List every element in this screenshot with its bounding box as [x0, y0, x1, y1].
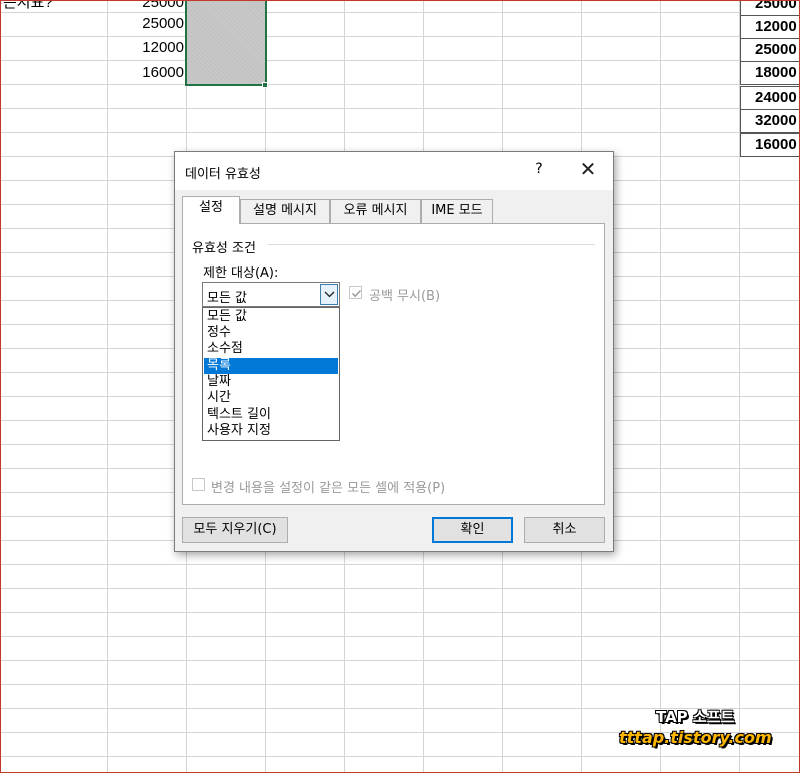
tab-input-message[interactable]: 설명 메시지: [240, 199, 330, 223]
checkmark-icon: [351, 289, 362, 298]
allow-label: 제한 대상(A):: [203, 266, 279, 281]
ok-button[interactable]: 확인: [432, 517, 513, 543]
cancel-button[interactable]: 취소: [524, 517, 605, 543]
tab-settings[interactable]: 설정: [182, 196, 240, 224]
boxed-cell-value[interactable]: 32000: [740, 109, 800, 133]
data-validation-dialog: 데이터 유효성 ? ✕ 설정 설명 메시지 오류 메시지 IME 모드 유효성 …: [174, 151, 614, 552]
cell-value[interactable]: 25000: [104, 15, 184, 33]
clear-all-button[interactable]: 모두 지우기(C): [182, 517, 288, 543]
group-divider: [268, 244, 595, 245]
list-item[interactable]: 사용자 지정: [204, 423, 338, 439]
boxed-cell-value[interactable]: 18000: [740, 61, 800, 85]
help-icon[interactable]: ?: [532, 161, 546, 177]
watermark-title: TAP 소프트: [656, 708, 735, 726]
selection-border: [185, 0, 267, 86]
row-divider: [0, 756, 800, 757]
column-divider: [107, 0, 108, 773]
list-item[interactable]: 정수: [204, 325, 338, 341]
allow-dropdown[interactable]: 모든 값: [202, 282, 340, 307]
cell-value[interactable]: 25000: [104, 0, 184, 12]
row-divider: [0, 84, 800, 85]
list-item[interactable]: 시간: [204, 390, 338, 406]
row-divider: [0, 636, 800, 637]
ignore-blank-label: 공백 무시(B): [369, 289, 441, 304]
watermark-url: tttap.tistory.com: [619, 728, 772, 747]
cell-value[interactable]: 16000: [104, 64, 184, 82]
row-divider: [0, 660, 800, 661]
chevron-down-icon[interactable]: [320, 284, 338, 305]
list-item[interactable]: 텍스트 길이: [204, 407, 338, 423]
row-divider: [0, 684, 800, 685]
validation-criteria-label: 유효성 조건: [192, 241, 256, 256]
boxed-cell-value[interactable]: 12000: [740, 15, 800, 39]
allow-dropdown-value: 모든 값: [207, 291, 248, 306]
boxed-cell-value[interactable]: 25000: [740, 38, 800, 62]
row-divider: [0, 588, 800, 589]
ignore-blank-checkbox[interactable]: [349, 286, 362, 299]
allow-options-list[interactable]: 모든 값 정수 소수점 목록 날짜 시간 텍스트 길이 사용자 지정: [202, 307, 340, 441]
dialog-titlebar[interactable]: 데이터 유효성 ? ✕: [175, 152, 613, 190]
row-divider: [0, 132, 800, 133]
close-icon[interactable]: ✕: [577, 157, 599, 181]
fill-handle[interactable]: [262, 82, 268, 88]
apply-all-checkbox[interactable]: [192, 478, 205, 491]
boxed-cell-value[interactable]: 25000: [740, 0, 800, 16]
list-item-selected[interactable]: 목록: [204, 358, 338, 374]
tab-error-alert[interactable]: 오류 메시지: [330, 199, 421, 223]
row-divider: [0, 564, 800, 565]
row-divider: [0, 108, 800, 109]
list-item[interactable]: 날짜: [204, 374, 338, 390]
boxed-cell-value[interactable]: 16000: [740, 133, 800, 157]
list-item[interactable]: 소수점: [204, 341, 338, 357]
boxed-cell-value[interactable]: 24000: [740, 86, 800, 110]
row-divider: [0, 36, 800, 37]
tab-ime-mode[interactable]: IME 모드: [421, 199, 493, 223]
column-divider: [660, 0, 661, 773]
row-divider: [0, 60, 800, 61]
row-divider: [0, 612, 800, 613]
list-item[interactable]: 모든 값: [204, 309, 338, 325]
cell-label-partial[interactable]: ·은지표?: [0, 0, 53, 12]
cell-value[interactable]: 12000: [104, 39, 184, 57]
apply-all-label: 변경 내용을 설정이 같은 모든 셀에 적용(P): [211, 481, 446, 496]
row-divider: [0, 12, 800, 13]
dialog-title: 데이터 유효성: [185, 167, 261, 182]
